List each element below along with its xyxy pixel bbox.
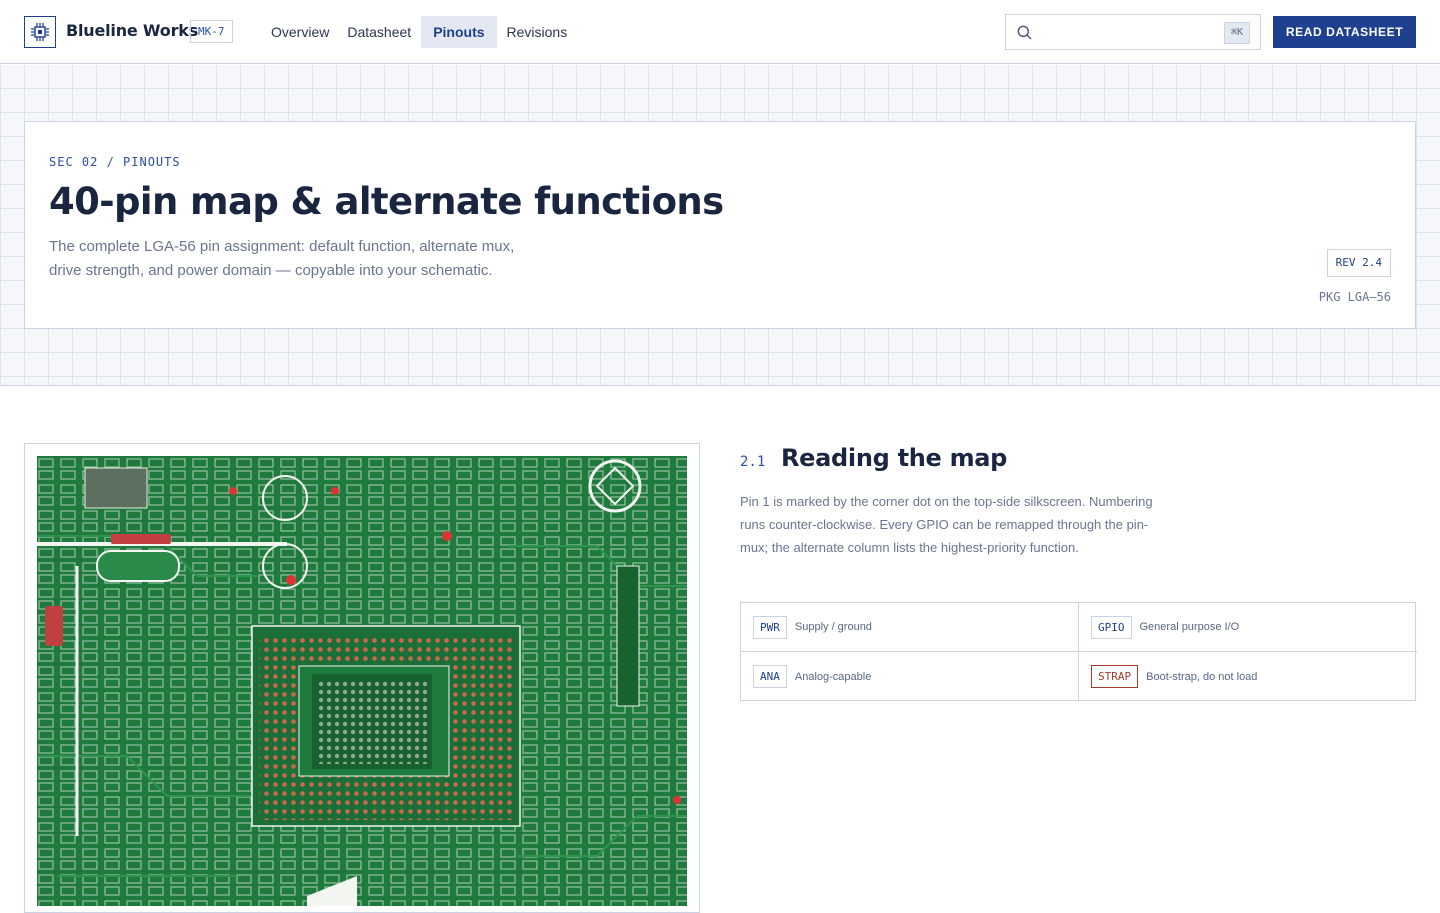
section-number: 2.1	[740, 454, 766, 470]
read-datasheet-button[interactable]: READ DATASHEET	[1273, 16, 1416, 48]
legend-tag: GPIO	[1091, 615, 1132, 639]
model-badge: MK-7	[190, 20, 233, 43]
pcb-photo	[37, 456, 687, 906]
search-shortcut-badge: ⌘K	[1223, 22, 1250, 44]
search-input[interactable]: ⌘K	[1005, 14, 1261, 50]
pcb-figure	[24, 443, 700, 913]
legend-tag: STRAP	[1091, 665, 1139, 688]
brand-name[interactable]: Blueline Works	[66, 21, 198, 40]
legend-item-gpio: GPIO General purpose I/O	[1079, 603, 1417, 652]
revision-badge: REV 2.4	[1326, 249, 1391, 277]
legend-text: General purpose I/O	[1139, 621, 1240, 633]
page-title: 40-pin map & alternate functions	[49, 180, 724, 223]
top-nav: Blueline Works MK-7 Overview Datasheet P…	[0, 0, 1440, 64]
nav-revisions[interactable]: Revisions	[499, 16, 576, 48]
legend-text: Supply / ground	[794, 621, 872, 633]
legend-text: Analog-capable	[794, 670, 872, 683]
section-body: Pin 1 is marked by the corner dot on the…	[740, 494, 1153, 555]
page-lede: The complete LGA-56 pin assignment: defa…	[49, 238, 515, 279]
hero-card: SEC 02 / PINOUTS 40-pin map & alternate …	[24, 121, 1416, 329]
section-eyebrow: SEC 02 / PINOUTS	[49, 155, 181, 169]
nav-overview[interactable]: Overview	[263, 16, 337, 48]
legend-item-strap: STRAP Boot-strap, do not load	[1079, 652, 1417, 701]
legend-tag: ANA	[753, 665, 787, 688]
legend-tag: PWR	[753, 615, 787, 639]
pin-legend: PWR Supply / ground GPIO General purpose…	[740, 602, 1417, 701]
search-icon	[1017, 25, 1032, 40]
package-label: PKG LGA–56	[1318, 290, 1391, 304]
legend-item-ana: ANA Analog-capable	[741, 652, 1079, 701]
section-title: Reading the map	[781, 444, 1008, 472]
legend-item-pwr: PWR Supply / ground	[741, 603, 1079, 652]
legend-text: Boot-strap, do not load	[1146, 670, 1258, 683]
nav-datasheet[interactable]: Datasheet	[339, 16, 419, 48]
nav-pinouts[interactable]: Pinouts	[421, 16, 497, 48]
primary-nav: Overview Datasheet Pinouts Revisions	[263, 16, 575, 48]
chip-icon[interactable]	[24, 16, 56, 48]
